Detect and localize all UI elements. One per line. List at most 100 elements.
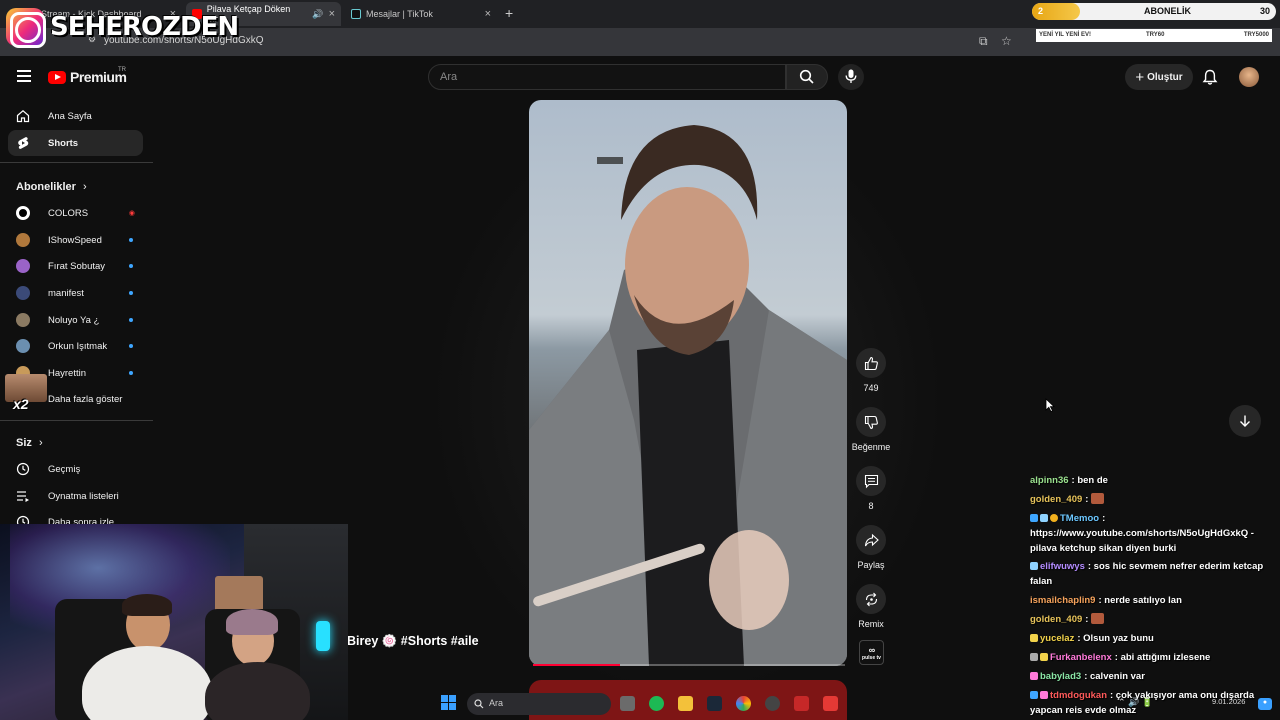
- next-video-button[interactable]: [1229, 405, 1261, 437]
- badge-icon: [1030, 672, 1038, 680]
- sidebar-item-label: Noluyo Ya ¿: [48, 315, 100, 326]
- sidebar-item-noluyo-ya[interactable]: Noluyo Ya ¿: [8, 307, 143, 333]
- subscriptions-heading[interactable]: Abonelikler ›: [16, 181, 87, 193]
- obs-icon[interactable]: [765, 696, 780, 711]
- badge-icon: [1030, 514, 1038, 522]
- sidebar-item-orkun-isitmak[interactable]: Orkun Işıtmak: [8, 333, 143, 359]
- youtube-premium-logo[interactable]: Premium: [48, 69, 127, 85]
- search-button[interactable]: [786, 64, 828, 90]
- sidebar-item-label: manifest: [48, 288, 84, 299]
- tiktok-icon: [351, 9, 361, 19]
- badge-icon: [1030, 634, 1038, 642]
- system-tray[interactable]: ⌃ 🔊 🔋: [1118, 697, 1153, 708]
- chat-username: ismailchaplin9: [1030, 595, 1096, 606]
- emote-label: x2: [13, 396, 29, 412]
- account-avatar[interactable]: [1239, 67, 1259, 87]
- video-app-icon[interactable]: [794, 696, 809, 711]
- comments-button[interactable]: 8: [850, 466, 892, 511]
- playlist-icon: [17, 491, 29, 502]
- multiplier-emote: x2: [5, 374, 47, 414]
- new-content-dot: [129, 318, 133, 322]
- share-label: Paylaş: [857, 560, 885, 570]
- taskbar-date: 9.01.2026: [1212, 697, 1246, 706]
- tab-tiktok[interactable]: Mesajlar | TikTok ×: [345, 4, 497, 24]
- chevron-right-icon: ›: [82, 181, 87, 193]
- remix-icon: [865, 592, 877, 606]
- share-icon: [864, 533, 879, 546]
- spotify-icon[interactable]: [649, 696, 664, 711]
- close-icon[interactable]: ×: [329, 8, 335, 20]
- chat-message: elifwuwys: sos hic sevmem nefrer ederim …: [1030, 559, 1276, 589]
- bookmark-star-icon[interactable]: ☆: [1001, 34, 1012, 48]
- like-button[interactable]: 749: [850, 348, 892, 393]
- plus-icon: +: [1135, 68, 1145, 86]
- channel-avatar: [16, 313, 30, 327]
- chat-message: Furkanbelenx: abi attığımı izlesene: [1030, 650, 1276, 665]
- share-button[interactable]: Paylaş: [850, 525, 892, 570]
- chat-username: tdmdogukan: [1050, 690, 1107, 701]
- sidebar-item-label: Oynatma listeleri: [48, 491, 119, 502]
- sidebar-item-home[interactable]: Ana Sayfa: [8, 103, 143, 129]
- sub-goal-widget: 2 ABONELİK 30 YENİ YIL YENİ EV! TRY60 TR…: [1032, 3, 1276, 43]
- new-content-dot: [129, 238, 133, 242]
- youtube-header: Premium TR + Oluştur: [0, 56, 1280, 98]
- new-tab-icon[interactable]: +: [505, 5, 513, 21]
- close-icon[interactable]: ×: [485, 8, 491, 20]
- search-box[interactable]: [428, 64, 786, 90]
- chat-message: golden_409:: [1030, 492, 1276, 507]
- voice-search-button[interactable]: [838, 64, 864, 90]
- channel-avatar: [16, 339, 30, 353]
- notifications-bell-icon[interactable]: [1202, 69, 1218, 86]
- progress-fill: [533, 664, 621, 666]
- sidebar-item-shorts[interactable]: Shorts: [8, 130, 143, 156]
- channel-badge-label: pulse tv: [862, 655, 881, 661]
- sidebar-item-history[interactable]: Geçmiş: [8, 456, 143, 482]
- chat-username: yucelaz: [1040, 633, 1075, 644]
- taskbar-clock[interactable]: 9.01.2026: [1212, 697, 1245, 706]
- chat-username: TMemoo: [1060, 513, 1100, 524]
- notification-badge[interactable]: ●: [1258, 698, 1272, 710]
- donation-goal: YENİ YIL YENİ EV! TRY60 TRY5000: [1036, 29, 1272, 42]
- steam-icon[interactable]: [707, 696, 722, 711]
- mouse-cursor-icon: [1045, 398, 1055, 412]
- menu-icon[interactable]: [17, 70, 31, 85]
- shorts-icon: [18, 137, 29, 149]
- sidebar-item-ishowspeed[interactable]: IShowSpeed: [8, 227, 143, 253]
- short-title[interactable]: Birey 🍥 #Shorts #aile: [347, 634, 479, 649]
- like-count: 749: [863, 383, 879, 393]
- sub-goal-title: ABONELİK: [1144, 6, 1191, 16]
- sidebar-item-firat-sobutay[interactable]: Fırat Sobutay: [8, 253, 143, 279]
- sidebar: Ana Sayfa Shorts Abonelikler › COLORS ◉ …: [0, 98, 153, 529]
- search-input[interactable]: [440, 71, 740, 83]
- new-content-dot: [129, 291, 133, 295]
- task-view-icon[interactable]: [620, 696, 635, 711]
- speaker-icon[interactable]: 🔊: [312, 9, 323, 20]
- sidebar-divider: [0, 420, 153, 421]
- dislike-button[interactable]: Beğenme: [850, 407, 892, 452]
- badge-icon: [1030, 691, 1038, 699]
- channel-avatar: [16, 206, 30, 220]
- sidebar-item-manifest[interactable]: manifest: [8, 280, 143, 306]
- chat-emote-image: [1091, 493, 1105, 504]
- instagram-icon: [6, 8, 46, 48]
- channel-badge[interactable]: ∞ pulse tv: [859, 640, 884, 665]
- short-video-player[interactable]: [529, 100, 847, 666]
- sidebar-item-label: Ana Sayfa: [48, 111, 92, 122]
- taskbar-search[interactable]: Ara: [467, 693, 611, 715]
- sidebar-item-label: Geçmiş: [48, 464, 81, 475]
- create-button[interactable]: + Oluştur: [1125, 64, 1193, 90]
- install-icon[interactable]: ⧉: [979, 34, 988, 49]
- remix-button[interactable]: Remix: [850, 584, 892, 629]
- chrome-icon[interactable]: [736, 696, 751, 711]
- sidebar-item-playlists[interactable]: Oynatma listeleri: [8, 483, 143, 509]
- stream-app-icon[interactable]: [823, 696, 838, 711]
- thumbs-up-icon: [864, 356, 878, 370]
- windows-start-icon[interactable]: [441, 695, 456, 710]
- file-explorer-icon[interactable]: [678, 696, 693, 711]
- new-content-dot: [129, 264, 133, 268]
- you-heading[interactable]: Siz ›: [16, 437, 43, 449]
- badge-icon: [1040, 514, 1048, 522]
- video-progress-bar[interactable]: [533, 664, 845, 666]
- sidebar-item-colors[interactable]: COLORS ◉: [8, 200, 143, 226]
- badge-icon: [1040, 691, 1048, 699]
